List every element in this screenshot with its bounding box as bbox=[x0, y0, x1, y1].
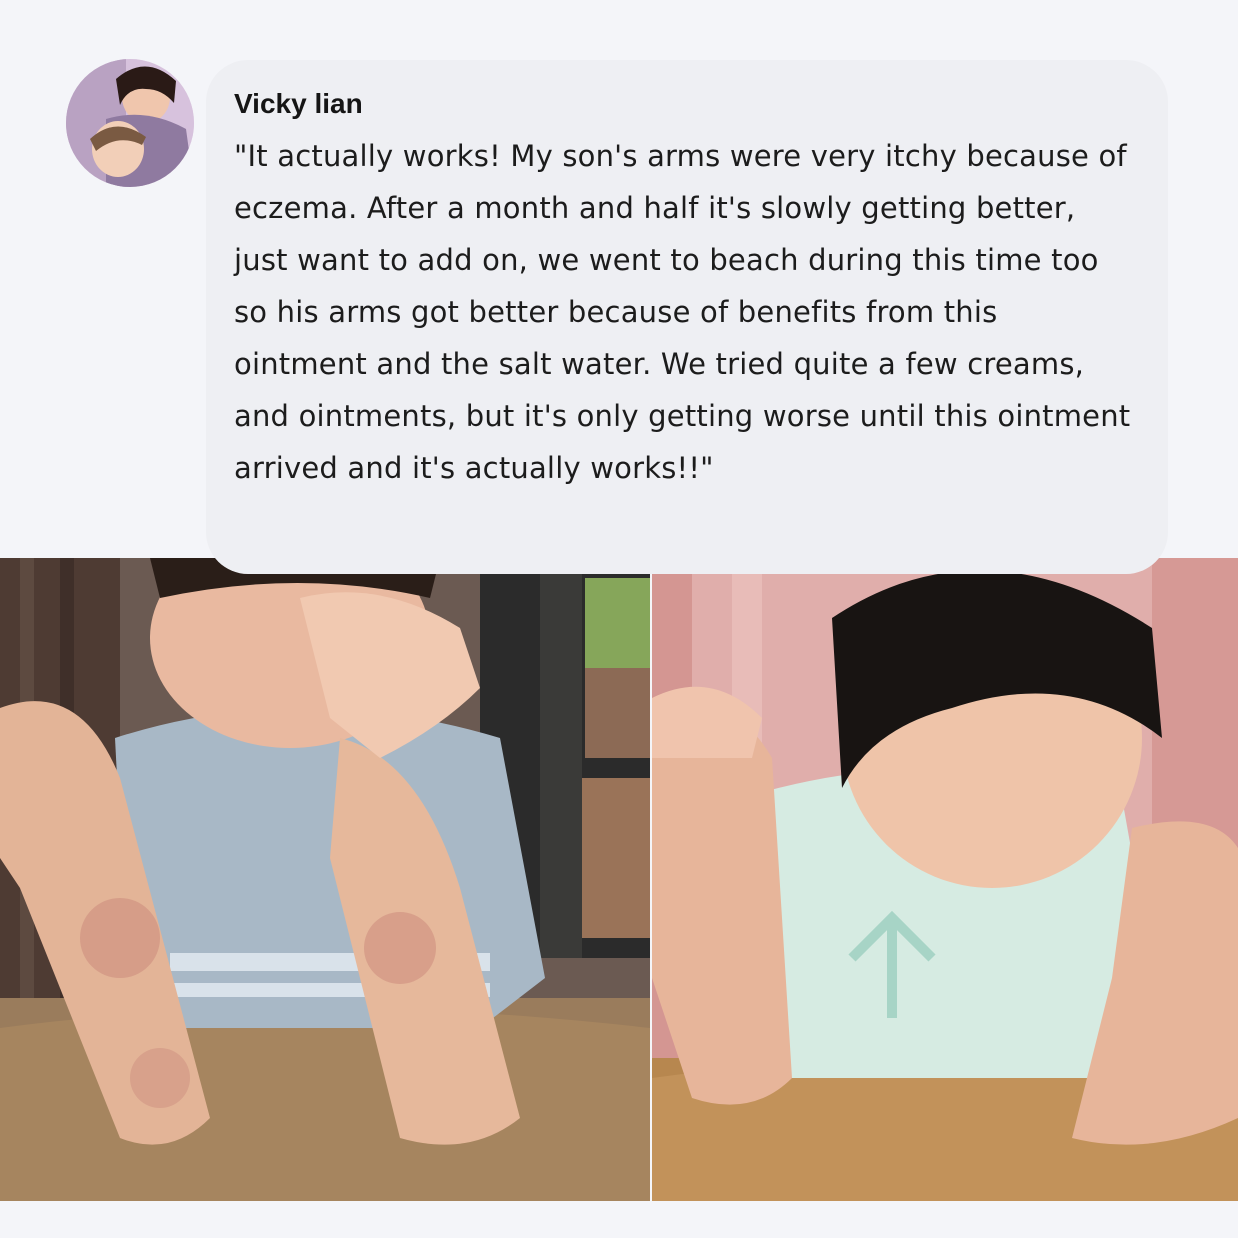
avatar bbox=[66, 59, 194, 187]
review-text: "It actually works! My son's arms were v… bbox=[234, 139, 1131, 485]
author-name: Vicky lian bbox=[234, 88, 363, 119]
photo-gallery bbox=[0, 558, 1238, 1201]
review-bubble: Vicky lian "It actually works! My son's … bbox=[206, 60, 1168, 574]
after-photo bbox=[652, 558, 1238, 1201]
before-photo bbox=[0, 558, 650, 1201]
